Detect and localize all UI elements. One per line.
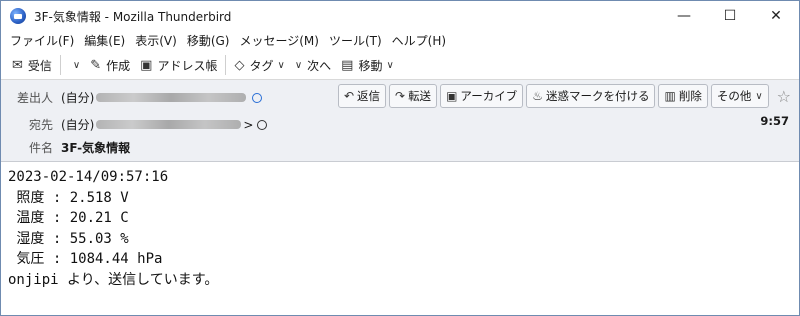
body-line-pressure: 気圧 : 1084.44 hPa [8,251,163,267]
thunderbird-logo-icon [10,8,26,24]
body-line-illuminance: 照度 : 2.518 V [8,189,129,206]
menu-file[interactable]: ファイル(F) [5,31,79,51]
from-value[interactable]: (自分) [61,89,263,106]
junk-label: 迷惑マークを付ける [545,89,650,103]
title-bar: 3F-気象情報 - Mozilla Thunderbird — ☐ ✕ [1,1,799,31]
archive-button[interactable]: ▣ アーカイブ [440,84,524,108]
chevron-down-icon: ∨ [386,59,394,71]
toolbar-divider [225,55,227,75]
compose-button[interactable]: ✎ 作成 [85,53,135,77]
menu-bar: ファイル(F) 編集(E) 表示(V) 移動(G) メッセージ(M) ツール(T… [1,31,799,51]
junk-button[interactable]: ♨ 迷惑マークを付ける [526,84,656,108]
minimize-button[interactable]: — [661,1,707,31]
chevron-down-icon: ∨ [72,59,81,71]
receive-dropdown-button[interactable]: ∨ [64,53,85,77]
close-button[interactable]: ✕ [753,1,799,31]
other-actions-button[interactable]: その他 ∨ [710,84,769,108]
body-line-footer: onjipi より、送信しています。 [8,271,219,288]
to-suffix: > [243,117,254,132]
chevron-down-icon: ∨ [755,90,763,102]
main-toolbar: ✉ 受信 ∨ ✎ 作成 ▣ アドレス帳 ◇ タグ ∨ ∨ 次へ ▤ 移動 ∨ [1,51,799,80]
address-book-label: アドレス帳 [157,58,218,73]
compose-label: 作成 [106,58,131,73]
body-line-humidity: 湿度 : 55.03 % [8,230,129,247]
contact-icon[interactable] [257,119,268,130]
message-actions: ↶ 返信 ↷ 転送 ▣ アーカイブ ♨ 迷惑マークを付ける ▥ 削除 その他 ∨ [335,84,791,108]
delete-label: 削除 [678,89,702,103]
from-self-tag: (自分) [61,91,95,105]
forward-label: 転送 [408,89,432,103]
reply-label: 返信 [357,89,380,103]
address-book-button[interactable]: ▣ アドレス帳 [135,53,222,77]
next-label: 次へ [307,58,332,73]
maximize-button[interactable]: ☐ [707,1,753,31]
chevron-down-icon: ∨ [277,59,285,71]
forward-icon: ↷ [395,89,406,103]
menu-view[interactable]: 表示(V) [130,31,182,51]
menu-help[interactable]: ヘルプ(H) [387,31,451,51]
menu-tools[interactable]: ツール(T) [324,31,387,51]
from-label: 差出人 [16,91,53,105]
body-line-temperature: 温度 : 20.21 C [8,210,129,226]
archive-label: アーカイブ [460,89,518,103]
subject-label: 件名 [28,141,53,155]
body-line-timestamp: 2023-02-14/09:57:16 [8,169,169,185]
thunderbird-window: 3F-気象情報 - Mozilla Thunderbird — ☐ ✕ ファイル… [0,0,800,316]
move-label: 移動 [358,58,383,73]
tag-icon: ◇ [234,57,245,73]
flame-icon: ♨ [532,89,543,103]
reply-button[interactable]: ↶ 返信 [337,84,386,108]
redacted-address [96,120,242,129]
trash-icon: ▥ [664,89,676,103]
envelope-icon: ✉ [12,57,23,73]
to-self-tag: (自分) [61,118,95,132]
redacted-address [96,93,247,102]
archive-icon: ▣ [446,89,458,103]
forward-button[interactable]: ↷ 転送 [389,84,438,108]
to-row: 宛先 (自分) > [1,116,799,133]
receive-label: 受信 [27,58,52,73]
message-body: 2023-02-14/09:57:16 照度 : 2.518 V 温度 : 20… [1,162,799,290]
contact-icon[interactable] [252,92,263,103]
menu-go[interactable]: 移動(G) [182,31,235,51]
pencil-icon: ✎ [90,57,102,73]
menu-message[interactable]: メッセージ(M) [234,31,323,51]
message-header: 差出人 (自分) ↶ 返信 ↷ 転送 ▣ アーカイブ ♨ 迷惑マークを付ける ▥… [1,80,799,162]
address-book-icon: ▣ [140,57,153,73]
to-label: 宛先 [28,118,53,132]
menu-edit[interactable]: 編集(E) [79,31,130,51]
window-title: 3F-気象情報 - Mozilla Thunderbird [34,9,232,24]
delete-button[interactable]: ▥ 削除 [658,84,708,108]
star-icon[interactable]: ☆ [777,87,791,106]
message-time: 9:57 [760,114,789,128]
tag-label: タグ [249,58,274,73]
folder-icon: ▤ [341,57,354,73]
move-button[interactable]: ▤ 移動 ∨ [336,53,399,77]
tag-button[interactable]: ◇ タグ ∨ [229,53,289,77]
toolbar-divider [59,55,61,75]
subject-value: 3F-気象情報 [61,141,131,155]
reply-icon: ↶ [343,89,354,103]
other-label: その他 [716,89,752,103]
to-value[interactable]: (自分) > [61,116,268,133]
subject-row: 件名 3F-気象情報 [1,139,799,156]
next-button[interactable]: ∨ 次へ [290,53,336,77]
receive-button[interactable]: ✉ 受信 [7,53,57,77]
chevron-down-icon: ∨ [294,59,303,71]
